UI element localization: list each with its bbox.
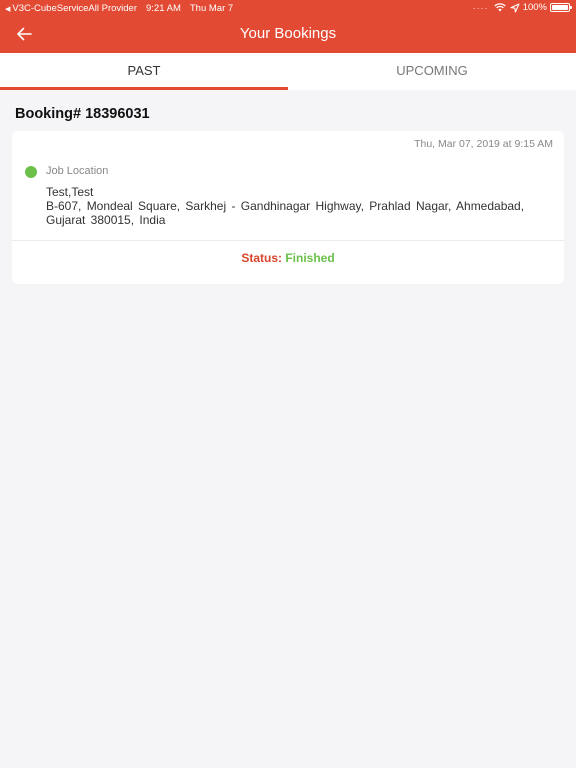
- status-time: 9:21 AM: [146, 3, 181, 14]
- page-title: Your Bookings: [239, 25, 337, 42]
- booking-tabs: PAST UPCOMING: [0, 53, 576, 90]
- back-to-app-icon[interactable]: ◀: [5, 5, 10, 13]
- card-divider: [12, 240, 564, 241]
- job-location-label: Job Location: [46, 165, 109, 177]
- tab-past[interactable]: PAST: [0, 53, 288, 90]
- status-bar-right: ···· 100%: [472, 2, 572, 13]
- signal-dots-icon: ····: [472, 2, 489, 13]
- status-label: Status:: [241, 251, 282, 265]
- booking-datetime: Thu, Mar 07, 2019 at 9:15 AM: [414, 138, 553, 150]
- booking-status: Status: Finished: [12, 251, 564, 265]
- status-bar: ◀ V3C-CubeServiceAll Provider 9:21 AM Th…: [0, 0, 576, 16]
- app-header: ◀ V3C-CubeServiceAll Provider 9:21 AM Th…: [0, 0, 576, 53]
- carrier-label[interactable]: V3C-CubeServiceAll Provider: [12, 3, 137, 14]
- location-address: B-607, Mondeal Square, Sarkhej - Gandhin…: [46, 199, 525, 227]
- booking-card[interactable]: Thu, Mar 07, 2019 at 9:15 AM Job Locatio…: [12, 131, 564, 284]
- status-value: Finished: [285, 251, 335, 265]
- booking-number: Booking# 18396031: [15, 106, 150, 122]
- location-name: Test,Test: [46, 185, 94, 199]
- tab-upcoming[interactable]: UPCOMING: [288, 53, 576, 90]
- battery-icon: [550, 3, 572, 12]
- location-dot-icon: [25, 166, 37, 178]
- battery-percent: 100%: [522, 2, 547, 13]
- status-date: Thu Mar 7: [189, 3, 234, 14]
- status-bar-left: ◀ V3C-CubeServiceAll Provider 9:21 AM Th…: [5, 3, 233, 14]
- location-arrow-icon: [510, 2, 520, 13]
- wifi-icon: [494, 3, 506, 12]
